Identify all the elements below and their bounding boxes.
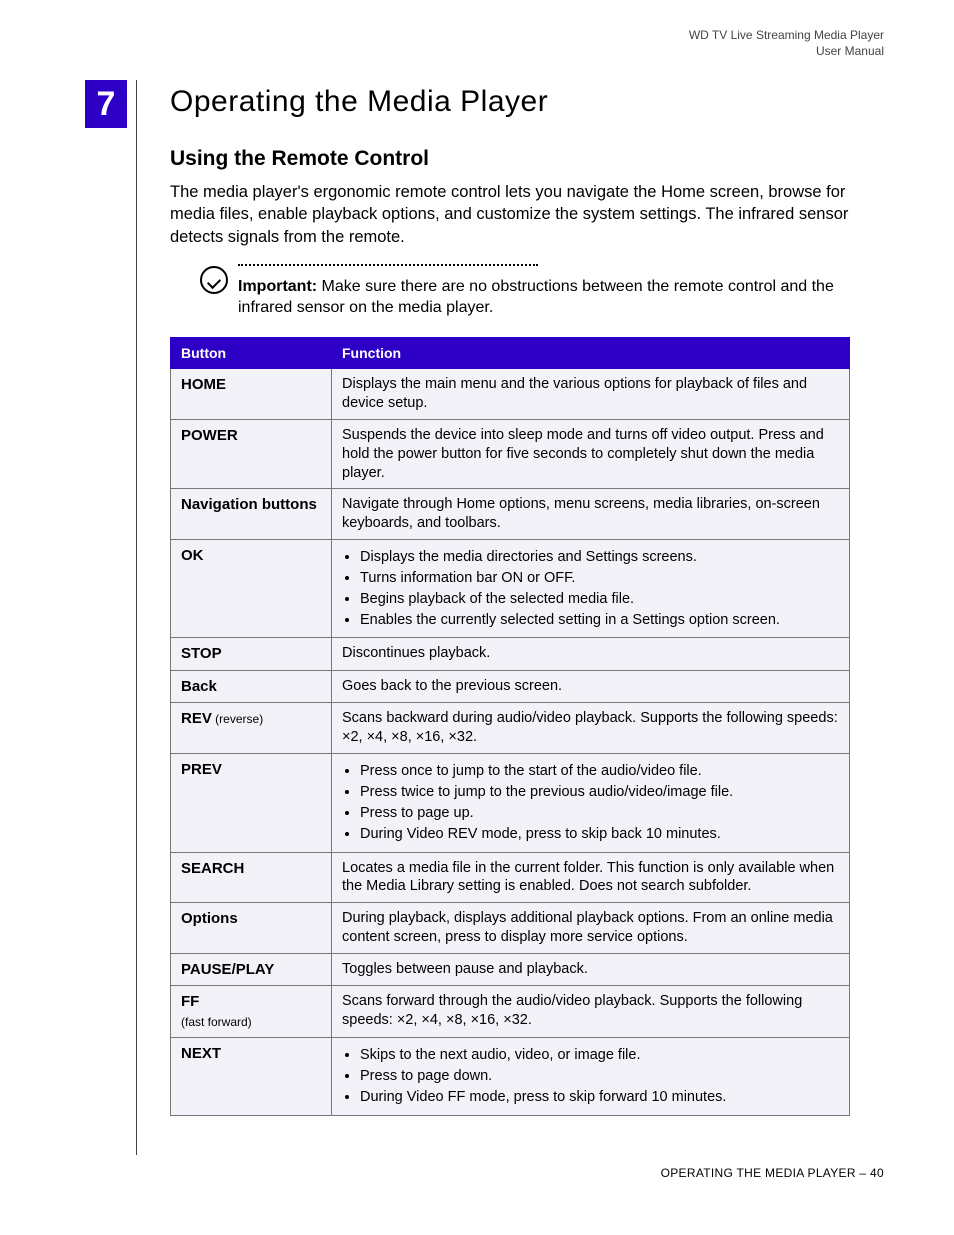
table-row: SEARCH Locates a media file in the curren…: [171, 852, 850, 903]
footer-page-number: 40: [870, 1166, 884, 1180]
table-row: PREV Press once to jump to the start of t…: [171, 754, 850, 852]
important-text: Important: Make sure there are no obstru…: [238, 276, 870, 319]
button-name-sub: (fast forward): [181, 1015, 252, 1029]
button-name: NEXT: [181, 1045, 221, 1062]
function-cell: Displays the media directories and Setti…: [332, 540, 850, 638]
button-name-cell: PREV: [171, 754, 332, 852]
button-name-cell: Options: [171, 903, 332, 954]
header-doc-type: User Manual: [689, 44, 884, 60]
function-cell: Locates a media file in the current fold…: [332, 852, 850, 903]
important-label: Important:: [238, 278, 317, 295]
function-list-item: Press to page down.: [360, 1067, 839, 1086]
footer-section-name: OPERATING THE MEDIA PLAYER: [661, 1166, 856, 1180]
function-list-item: During Video REV mode, press to skip bac…: [360, 825, 839, 844]
table-row: PAUSE/PLAY Toggles between pause and play…: [171, 953, 850, 986]
table-row: STOP Discontinues playback.: [171, 638, 850, 671]
function-list: Press once to jump to the start of the a…: [342, 762, 839, 843]
function-cell: During playback, displays additional pla…: [332, 903, 850, 954]
button-name-cell: FF (fast forward): [171, 986, 332, 1038]
function-list-item: Displays the media directories and Setti…: [360, 548, 839, 567]
section-title: Using the Remote Control: [170, 147, 870, 171]
table-row: HOME Displays the main menu and the vario…: [171, 369, 850, 420]
button-name-cell: PAUSE/PLAY: [171, 953, 332, 986]
table-row: Navigation buttons Navigate through Home …: [171, 489, 850, 540]
table-row: Options During playback, displays additio…: [171, 903, 850, 954]
important-content: Important: Make sure there are no obstru…: [238, 264, 870, 319]
function-list-item: Skips to the next audio, video, or image…: [360, 1046, 839, 1065]
table-header-row: Button Function: [171, 337, 850, 368]
button-name: REV: [181, 710, 212, 727]
button-name: FF: [181, 993, 199, 1010]
chapter-number-badge: 7: [85, 80, 127, 128]
button-name-cell: STOP: [171, 638, 332, 671]
section-intro-paragraph: The media player's ergonomic remote cont…: [170, 181, 870, 248]
header-product-name: WD TV Live Streaming Media Player: [689, 28, 884, 44]
function-cell: Displays the main menu and the various o…: [332, 369, 850, 420]
function-list-item: During Video FF mode, press to skip forw…: [360, 1088, 839, 1107]
function-cell: Navigate through Home options, menu scre…: [332, 489, 850, 540]
function-cell: Press once to jump to the start of the a…: [332, 754, 850, 852]
table-row: REV (reverse)Scans backward during audio…: [171, 703, 850, 754]
button-name: HOME: [181, 376, 226, 393]
function-list-item: Turns information bar ON or OFF.: [360, 569, 839, 588]
button-name: STOP: [181, 645, 222, 662]
table-row: NEXT Skips to the next audio, video, or i…: [171, 1038, 850, 1116]
th-function: Function: [332, 337, 850, 368]
button-name-cell: REV (reverse): [171, 703, 332, 754]
function-list-item: Begins playback of the selected media fi…: [360, 590, 839, 609]
document-header: WD TV Live Streaming Media Player User M…: [689, 28, 884, 59]
chapter-title: Operating the Media Player: [170, 85, 870, 119]
button-name-cell: Navigation buttons: [171, 489, 332, 540]
function-list: Displays the media directories and Setti…: [342, 548, 839, 629]
button-name: SEARCH: [181, 860, 244, 877]
button-name-cell: NEXT: [171, 1038, 332, 1116]
button-name: POWER: [181, 427, 238, 444]
important-body: Make sure there are no obstructions betw…: [238, 278, 834, 317]
button-name: OK: [181, 547, 204, 564]
function-list: Skips to the next audio, video, or image…: [342, 1046, 839, 1107]
vertical-divider: [136, 80, 137, 1155]
table-row: Back Goes back to the previous screen.: [171, 670, 850, 703]
content-area: Operating the Media Player Using the Rem…: [170, 85, 870, 1116]
important-icon: [200, 266, 228, 294]
function-cell: Skips to the next audio, video, or image…: [332, 1038, 850, 1116]
function-cell: Toggles between pause and playback.: [332, 953, 850, 986]
button-name: PAUSE/PLAY: [181, 961, 274, 978]
button-name-cell: Back: [171, 670, 332, 703]
button-name: Navigation buttons: [181, 496, 317, 513]
footer-separator: –: [856, 1166, 870, 1180]
button-name-sub: (reverse): [212, 712, 263, 726]
table-row: POWER Suspends the device into sleep mode…: [171, 419, 850, 489]
button-function-table: Button Function HOME Displays the main me…: [170, 337, 850, 1116]
function-list-item: Enables the currently selected setting i…: [360, 611, 839, 630]
button-name-cell: HOME: [171, 369, 332, 420]
button-name: PREV: [181, 761, 222, 778]
function-cell: Discontinues playback.: [332, 638, 850, 671]
important-note: Important: Make sure there are no obstru…: [200, 264, 870, 319]
button-name-cell: OK: [171, 540, 332, 638]
table-row: FF (fast forward) Scans forward through th…: [171, 986, 850, 1038]
button-name-cell: SEARCH: [171, 852, 332, 903]
page-footer: OPERATING THE MEDIA PLAYER – 40: [661, 1166, 884, 1180]
button-name: Back: [181, 678, 217, 695]
function-cell: Goes back to the previous screen.: [332, 670, 850, 703]
function-list-item: Press to page up.: [360, 804, 839, 823]
function-cell: Scans backward during audio/video playba…: [332, 703, 850, 754]
function-list-item: Press once to jump to the start of the a…: [360, 762, 839, 781]
function-cell: Suspends the device into sleep mode and …: [332, 419, 850, 489]
document-page: WD TV Live Streaming Media Player User M…: [0, 0, 954, 1235]
button-name: Options: [181, 910, 238, 927]
function-cell: Scans forward through the audio/video pl…: [332, 986, 850, 1038]
th-button: Button: [171, 337, 332, 368]
function-list-item: Press twice to jump to the previous audi…: [360, 783, 839, 802]
table-row: OK Displays the media directories and Set…: [171, 540, 850, 638]
button-name-cell: POWER: [171, 419, 332, 489]
dotted-divider: [238, 264, 538, 266]
